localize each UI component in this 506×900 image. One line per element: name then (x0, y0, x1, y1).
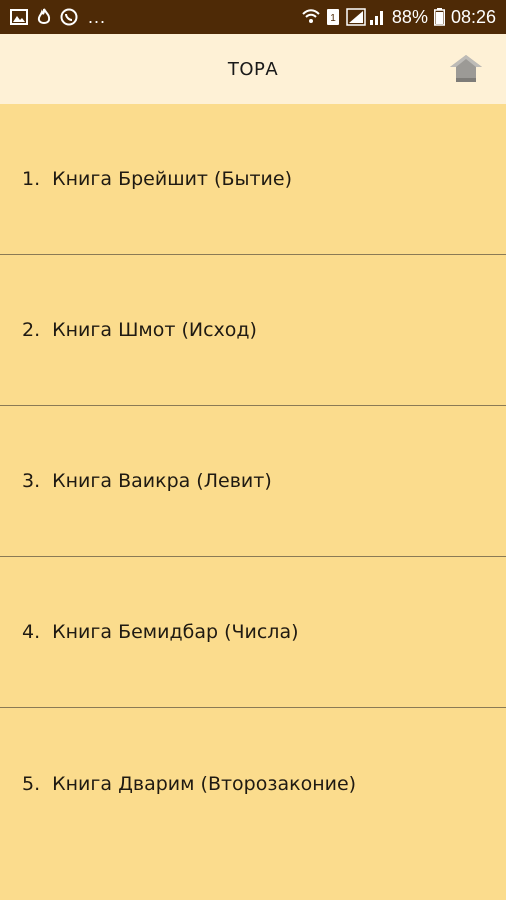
home-button[interactable] (448, 52, 484, 86)
more-notifications: ... (88, 6, 107, 27)
item-number: 4. (22, 621, 41, 643)
wifi-icon (302, 9, 320, 25)
list-item-book-5[interactable]: 5. Книга Дварим (Второзаконие) (0, 708, 506, 859)
list-item-book-3[interactable]: 3. Книга Ваикра (Левит) (0, 406, 506, 557)
item-title: Книга Шмот (Исход) (52, 319, 257, 341)
status-bar: ... 1 88% 08:26 (0, 0, 506, 34)
home-icon (450, 55, 482, 82)
page-title: ТОРА (227, 58, 279, 80)
item-number: 5. (22, 772, 41, 795)
list-item-book-2[interactable]: 2. Книга Шмот (Исход) (0, 255, 506, 406)
clock: 08:26 (450, 6, 496, 27)
sim-icon: 1 (326, 8, 340, 26)
item-number: 2. (22, 319, 41, 341)
svg-text:1: 1 (330, 13, 336, 24)
fire-icon (36, 8, 52, 26)
item-title: Книга Ваикра (Левит) (52, 470, 272, 492)
status-bar-right: 1 88% 08:26 (302, 7, 496, 28)
viber-icon (60, 8, 78, 26)
list-item-book-4[interactable]: 4. Книга Бемидбар (Числа) (0, 557, 506, 708)
item-number: 1. (22, 168, 41, 190)
signal-icon (346, 8, 386, 26)
app-bar: ТОРА (0, 34, 506, 104)
item-title: Книга Бемидбар (Числа) (52, 621, 299, 643)
list-item-book-1[interactable]: 1. Книга Брейшит (Бытие) (0, 104, 506, 255)
item-number: 3. (22, 470, 41, 492)
item-title: Книга Брейшит (Бытие) (52, 168, 293, 190)
battery-icon (433, 8, 445, 26)
status-bar-left: ... (10, 7, 106, 28)
book-list: 1. Книга Брейшит (Бытие) 2. Книга Шмот (… (0, 104, 506, 900)
battery-percent: 88% (391, 6, 428, 27)
item-title: Книга Дварим (Второзаконие) (52, 772, 357, 795)
image-icon (10, 9, 28, 25)
